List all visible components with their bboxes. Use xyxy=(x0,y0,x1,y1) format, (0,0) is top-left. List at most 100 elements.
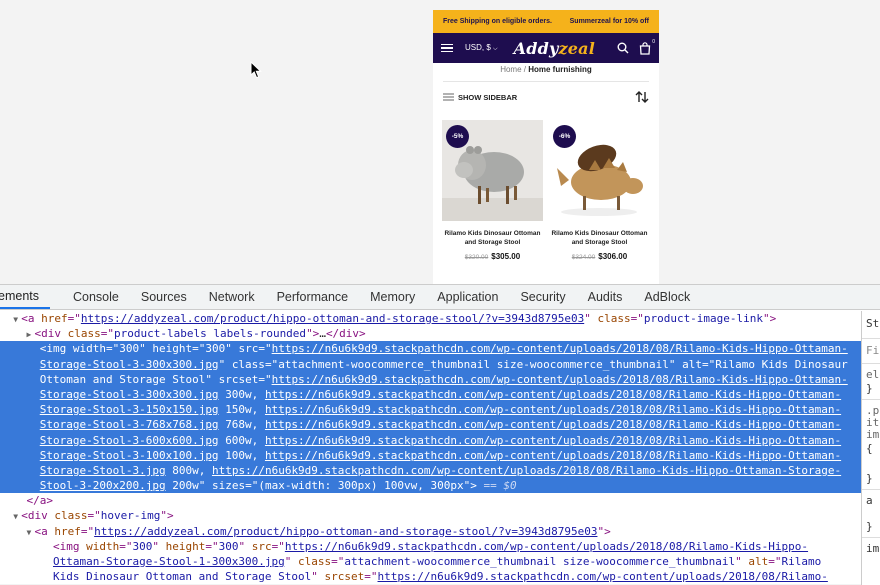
tab-sources[interactable]: Sources xyxy=(130,285,198,309)
srcset-width: 300w, xyxy=(225,387,259,401)
styles-tab-label[interactable]: St xyxy=(866,317,879,330)
promo-coupon-text[interactable]: Summerzeal for 10% off xyxy=(570,18,649,25)
product-image-dinosaur[interactable]: -6% xyxy=(549,120,650,221)
srcset-link[interactable]: https://n6u6k9d9.stackpathcdn.com/wp-con… xyxy=(212,464,841,477)
dom-node-a2[interactable]: ▼ <a href="https://addyzeal.com/product/h… xyxy=(0,524,861,539)
srcset-link[interactable]: Storage-Stool-3-768x768.jpg xyxy=(40,418,219,431)
attr-value: Ottoman and Storage Stool xyxy=(39,372,206,386)
dom-node-img2-cont[interactable]: Ottaman-Storage-Stool-1-300x300.jpg" cla… xyxy=(0,554,861,569)
src-link[interactable]: Ottaman-Storage-Stool-1-300x300.jpg xyxy=(53,555,285,568)
currency-label: USD, $ xyxy=(465,43,491,52)
dom-node-a[interactable]: ▼ <a href="https://addyzeal.com/product/h… xyxy=(0,311,861,326)
sort-icon[interactable] xyxy=(635,91,649,103)
dom-node-img2[interactable]: <img width="300" height="300" src="https… xyxy=(0,539,861,554)
class-value: hover-img xyxy=(100,509,161,523)
dom-node-div-hover[interactable]: ▼ <div class="hover-img"> xyxy=(0,508,861,523)
show-sidebar-label: SHOW SIDEBAR xyxy=(458,92,518,102)
style-rule-text: ele xyxy=(866,368,880,381)
devtools-panel: ements Console Sources Network Performan… xyxy=(0,284,880,585)
product-title[interactable]: Rilamo Kids Dinosaur Ottoman and Storage… xyxy=(442,229,543,247)
list-icon xyxy=(443,93,454,101)
style-rule-text: } xyxy=(866,472,873,485)
show-sidebar-toggle[interactable]: SHOW SIDEBAR xyxy=(433,82,659,112)
tab-security[interactable]: Security xyxy=(509,285,576,309)
search-icon[interactable] xyxy=(617,42,629,54)
style-rule-text: { xyxy=(866,442,873,455)
srcset-link[interactable]: https://n6u6k9d9.stackpathcdn.com/wp-con… xyxy=(265,403,841,416)
srcset-link[interactable]: Stool-3-200x200.jpg xyxy=(40,479,166,492)
style-rule-text: a xyxy=(866,494,873,507)
selected-node-marker: == $0 xyxy=(483,479,517,493)
product-image-hippo[interactable]: -5% xyxy=(442,120,543,221)
srcset-link[interactable]: https://n6u6k9d9.stackpathcdn.com/wp-con… xyxy=(265,449,841,462)
srcset-link[interactable]: Storage-Stool-3.jpg xyxy=(40,464,166,477)
styles-filter-input[interactable]: Fil xyxy=(866,344,880,357)
style-rule-text: } xyxy=(866,520,873,533)
attr-value: 300 xyxy=(119,342,140,356)
expand-triangle-icon[interactable]: ▼ xyxy=(27,525,35,540)
srcset-link[interactable]: Storage-Stool-3-150x150.jpg xyxy=(40,403,219,416)
src-link[interactable]: https://n6u6k9d9.stackpathcdn.com/wp-con… xyxy=(272,342,848,355)
cart-count-badge: 0 xyxy=(652,38,655,45)
href-value[interactable]: https://addyzeal.com/product/hippo-ottom… xyxy=(94,525,597,538)
product-grid: -5% Rilamo Kids Dinosaur Ottoman and Sto… xyxy=(433,112,659,261)
discount-badge: -5% xyxy=(446,125,469,148)
srcset-link[interactable]: https://n6u6k9d9.stackpathcdn.com/wp-con… xyxy=(378,570,828,583)
tab-memory[interactable]: Memory xyxy=(359,285,426,309)
tab-application[interactable]: Application xyxy=(426,285,509,309)
site-header: USD, $ ⌵ Addyzeal 0 xyxy=(433,33,659,63)
src-link[interactable]: Storage-Stool-3-300x300.jpg xyxy=(40,358,219,371)
promo-bar: Free Shipping on eligible orders. Summer… xyxy=(433,10,659,33)
attr-value: 300 xyxy=(218,539,239,553)
dom-node-img2-cont[interactable]: Kids Dinosaur Ottoman and Storage Stool"… xyxy=(0,569,861,584)
srcset-link[interactable]: https://n6u6k9d9.stackpathcdn.com/wp-con… xyxy=(265,388,841,401)
tab-performance[interactable]: Performance xyxy=(266,285,360,309)
tab-adblock[interactable]: AdBlock xyxy=(633,285,701,309)
srcset-width: 800w, xyxy=(172,463,206,477)
selected-dom-node-img[interactable]: <img width="300" height="300" src="https… xyxy=(0,341,861,494)
breadcrumb-home-link[interactable]: Home xyxy=(500,65,521,74)
tab-console[interactable]: Console xyxy=(50,285,130,309)
styles-pane: St Fil ele } .p ite ima { } a } ima xyxy=(861,311,880,585)
srcset-link[interactable]: https://n6u6k9d9.stackpathcdn.com/wp-con… xyxy=(265,434,841,447)
currency-selector[interactable]: USD, $ ⌵ xyxy=(465,43,498,53)
srcset-link[interactable]: Storage-Stool-3-600x600.jpg xyxy=(40,434,219,447)
href-value[interactable]: https://addyzeal.com/product/hippo-ottom… xyxy=(81,312,584,325)
srcset-width: 768w, xyxy=(225,418,259,432)
expand-triangle-icon[interactable]: ▶ xyxy=(27,327,35,342)
attr-value: attachment-woocommerce_thumbnail size-wo… xyxy=(278,357,669,371)
attr-value: 300 xyxy=(205,342,226,356)
original-price: $324.00 xyxy=(571,254,596,261)
product-title[interactable]: Rilamo Kids Dinosaur Ottoman and Storage… xyxy=(549,229,650,247)
attr-value: Rilamo xyxy=(781,555,822,568)
promo-shipping-text: Free Shipping on eligible orders. xyxy=(443,18,552,25)
src-link[interactable]: https://n6u6k9d9.stackpathcdn.com/wp-con… xyxy=(285,540,808,553)
product-card[interactable]: -6% Rilamo Kids Dinosaur Ottoman and Sto… xyxy=(549,120,650,261)
breadcrumb-separator: / xyxy=(523,65,526,74)
class-value: product-image-link xyxy=(643,312,764,325)
tab-audits[interactable]: Audits xyxy=(577,285,634,309)
attr-value: attachment-woocommerce_thumbnail size-wo… xyxy=(344,555,736,568)
srcset-link[interactable]: https://n6u6k9d9.stackpathcdn.com/wp-con… xyxy=(272,373,848,386)
attr-value: (max-width: 300px) 100vw, 300px xyxy=(258,479,464,493)
srcset-link[interactable]: Storage-Stool-3-100x100.jpg xyxy=(40,449,219,462)
browser-viewport: Free Shipping on eligible orders. Summer… xyxy=(0,0,880,284)
attr-value: 300 xyxy=(132,539,153,553)
cart-button[interactable]: 0 xyxy=(639,39,655,55)
site-logo[interactable]: Addyzeal xyxy=(514,39,595,58)
tab-elements[interactable]: ements xyxy=(0,285,50,309)
elements-dom-tree: ▼ <a href="https://addyzeal.com/product/h… xyxy=(0,311,861,585)
attr-value: Kids Dinosaur Ottoman and Storage Stool xyxy=(52,570,312,584)
srcset-link[interactable]: https://n6u6k9d9.stackpathcdn.com/wp-con… xyxy=(265,418,841,431)
style-rule-text: ima xyxy=(866,428,880,441)
menu-icon[interactable] xyxy=(441,43,453,53)
srcset-link[interactable]: Storage-Stool-3-300x300.jpg xyxy=(40,388,219,401)
mobile-page-preview: Free Shipping on eligible orders. Summer… xyxy=(433,10,659,284)
dom-node-div-labels[interactable]: ▶ <div class="product-labels labels-round… xyxy=(0,326,861,341)
breadcrumb: Home / Home furnishing xyxy=(433,63,659,81)
logo-text-a: Addy xyxy=(513,38,559,58)
tab-network[interactable]: Network xyxy=(198,285,266,309)
attr-value: Rilamo Kids Dinosaur xyxy=(715,357,848,371)
dom-node-a-close[interactable]: </a> xyxy=(0,493,861,508)
product-card[interactable]: -5% Rilamo Kids Dinosaur Ottoman and Sto… xyxy=(442,120,543,261)
